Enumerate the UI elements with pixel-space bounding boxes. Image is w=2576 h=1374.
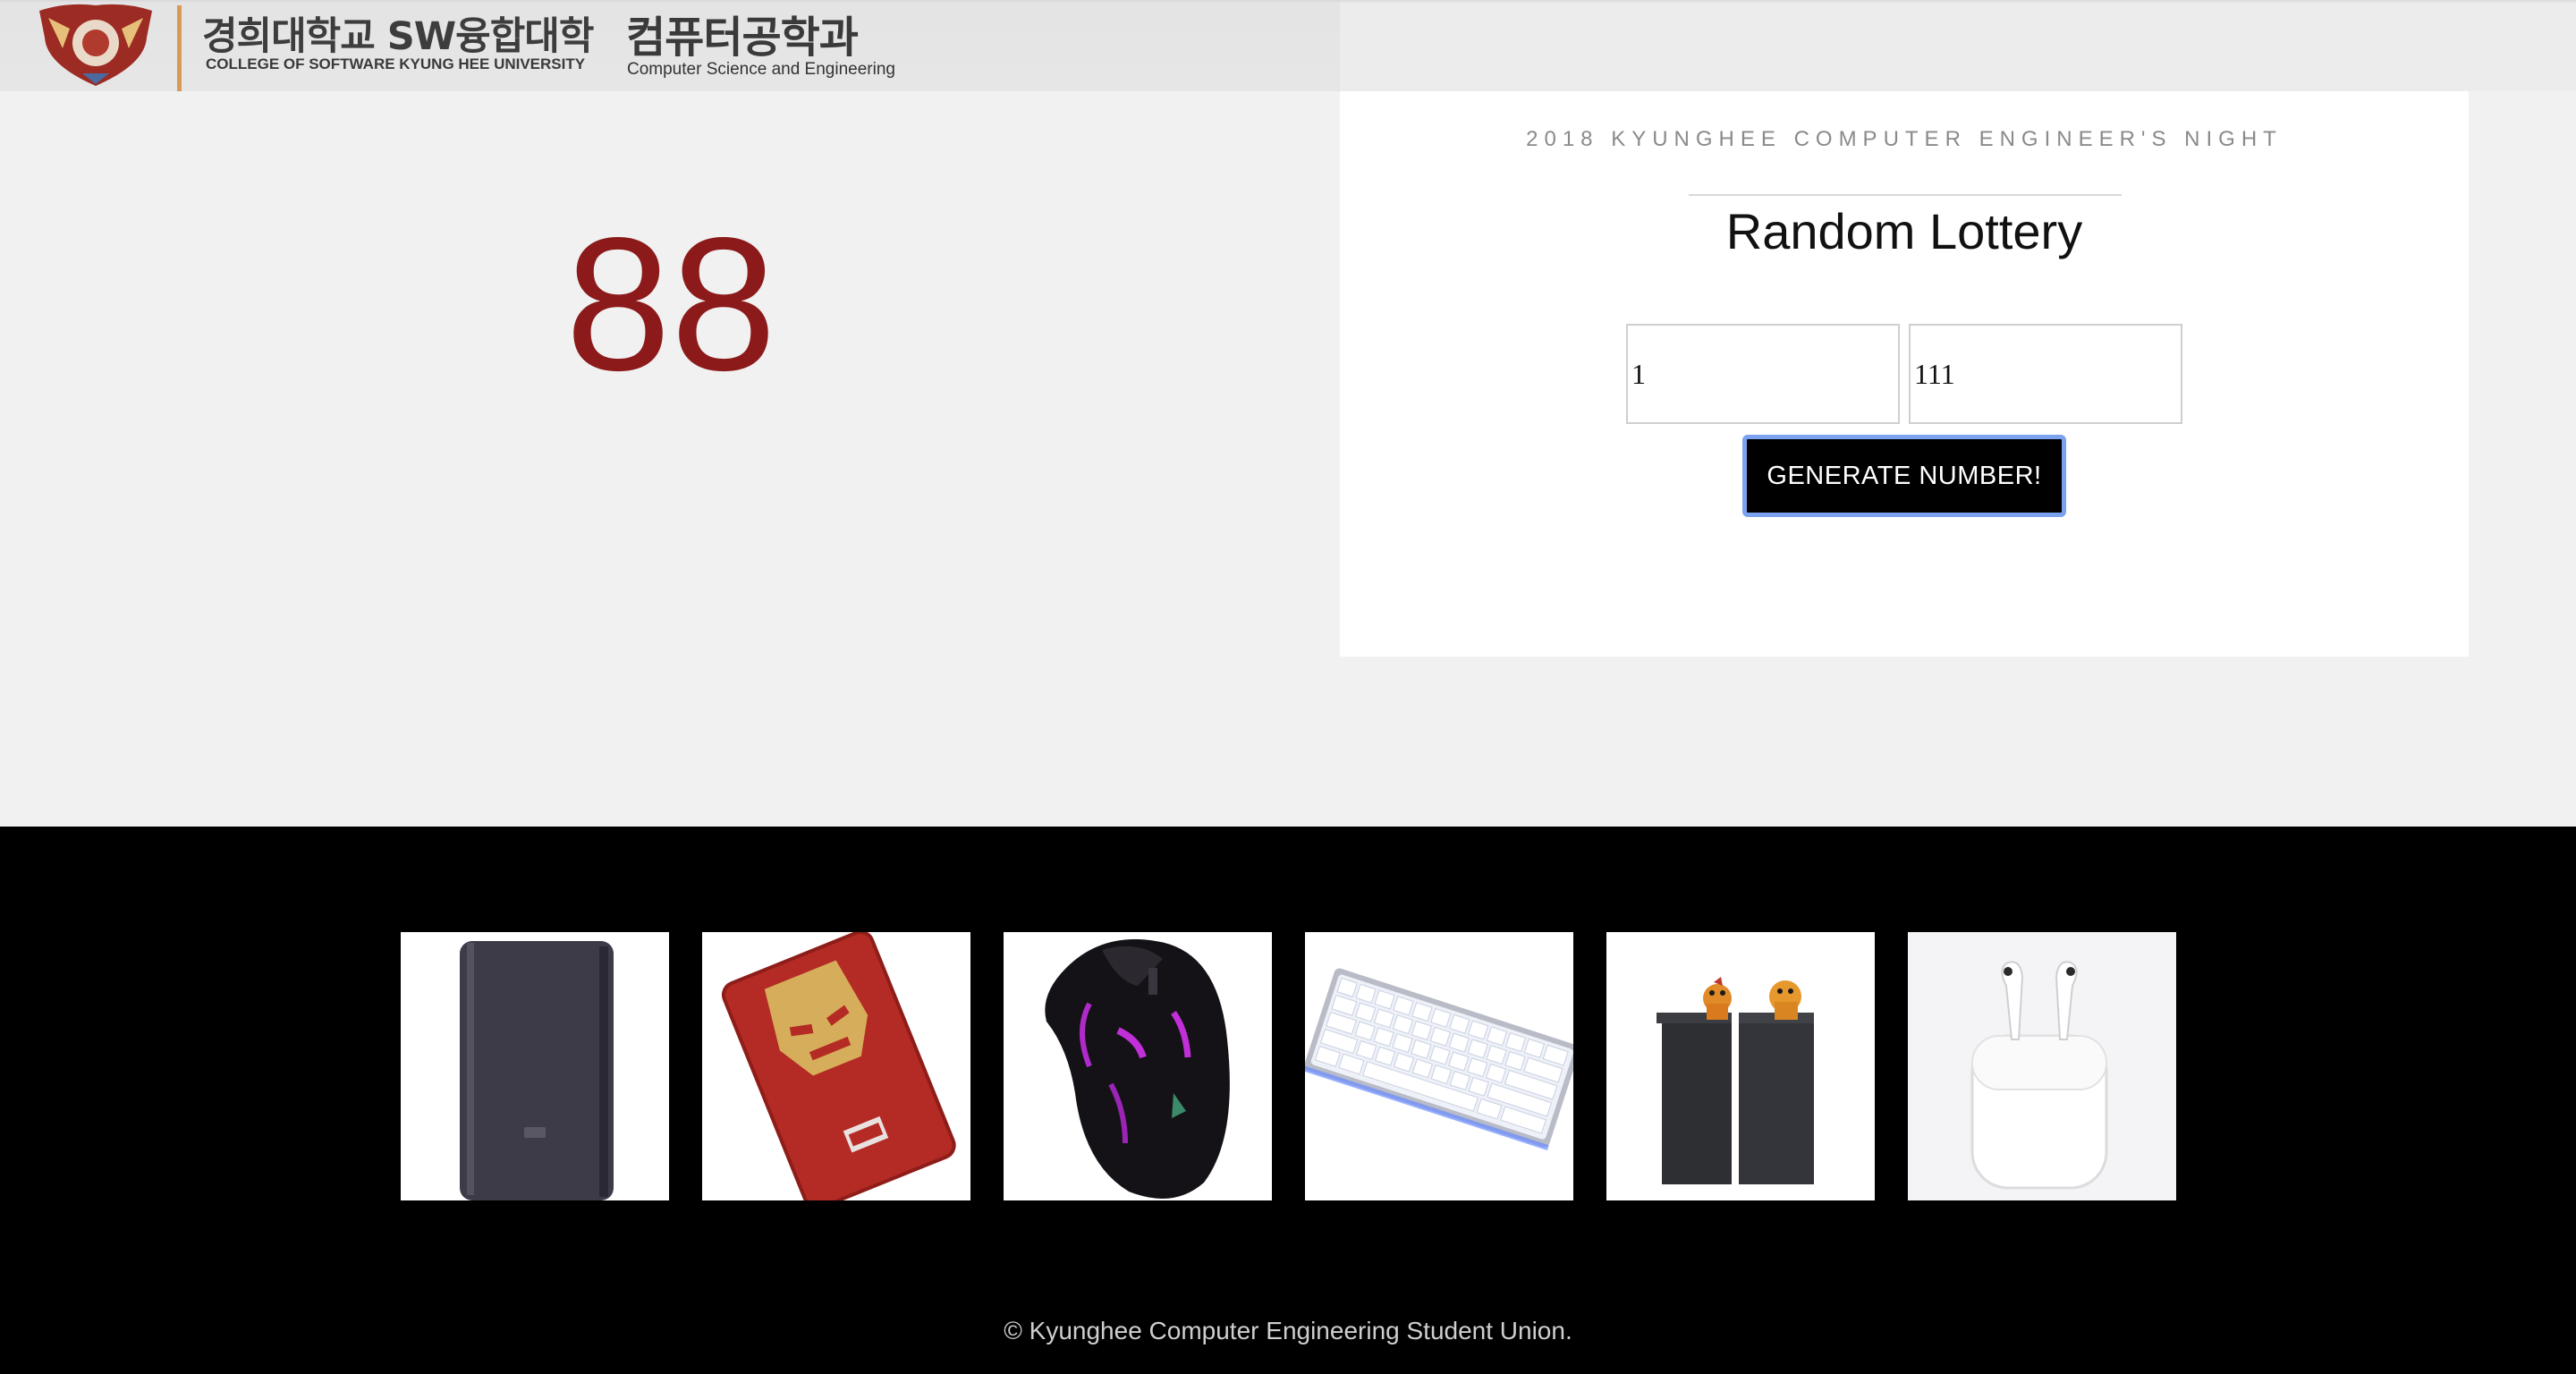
iron-man-power-bank-icon [721, 932, 956, 1200]
lottery-result-number: 88 [565, 198, 776, 410]
prize-item [1606, 932, 1875, 1200]
event-name: 2018 KYUNGHEE COMPUTER ENGINEER'S NIGHT [1526, 127, 2283, 151]
power-bank-icon [460, 941, 614, 1200]
copyright-text: © Kyunghee Computer Engineering Student … [1004, 1317, 1572, 1344]
prize-item [702, 932, 970, 1200]
prize-item [1305, 932, 1573, 1200]
department-name-korean: 컴퓨터공학과 [626, 13, 859, 63]
speakers-icon [1657, 977, 1814, 1184]
prize-item [401, 932, 669, 1200]
college-name-korean: 경희대학교 SW융합대학 [202, 14, 594, 59]
header-banner-right [1340, 0, 2576, 91]
keyboard-icon [1305, 968, 1573, 1150]
gaming-mouse-icon [1045, 939, 1230, 1199]
prize-item [1004, 932, 1272, 1200]
header-banner: 경희대학교 SW융합대학 COLLEGE OF SOFTWARE KYUNG H… [0, 0, 1340, 91]
prize-item [1908, 932, 2176, 1200]
lottery-panel: 2018 KYUNGHEE COMPUTER ENGINEER'S NIGHT … [1340, 91, 2469, 657]
max-number-input[interactable] [1909, 324, 2182, 424]
airpods-icon [1908, 932, 2176, 1200]
min-number-input[interactable] [1626, 324, 1900, 424]
college-name-english: COLLEGE OF SOFTWARE KYUNG HEE UNIVERSITY [206, 55, 586, 72]
department-name-english: Computer Science and Engineering [627, 60, 895, 79]
university-emblem-icon [39, 4, 152, 87]
title-divider [1689, 194, 2122, 196]
page-title: Random Lottery [1725, 203, 2083, 259]
header-divider [177, 5, 182, 91]
generate-number-button[interactable]: GENERATE NUMBER! [1742, 435, 2066, 517]
footer: © Kyunghee Computer Engineering Student … [0, 827, 2576, 1374]
